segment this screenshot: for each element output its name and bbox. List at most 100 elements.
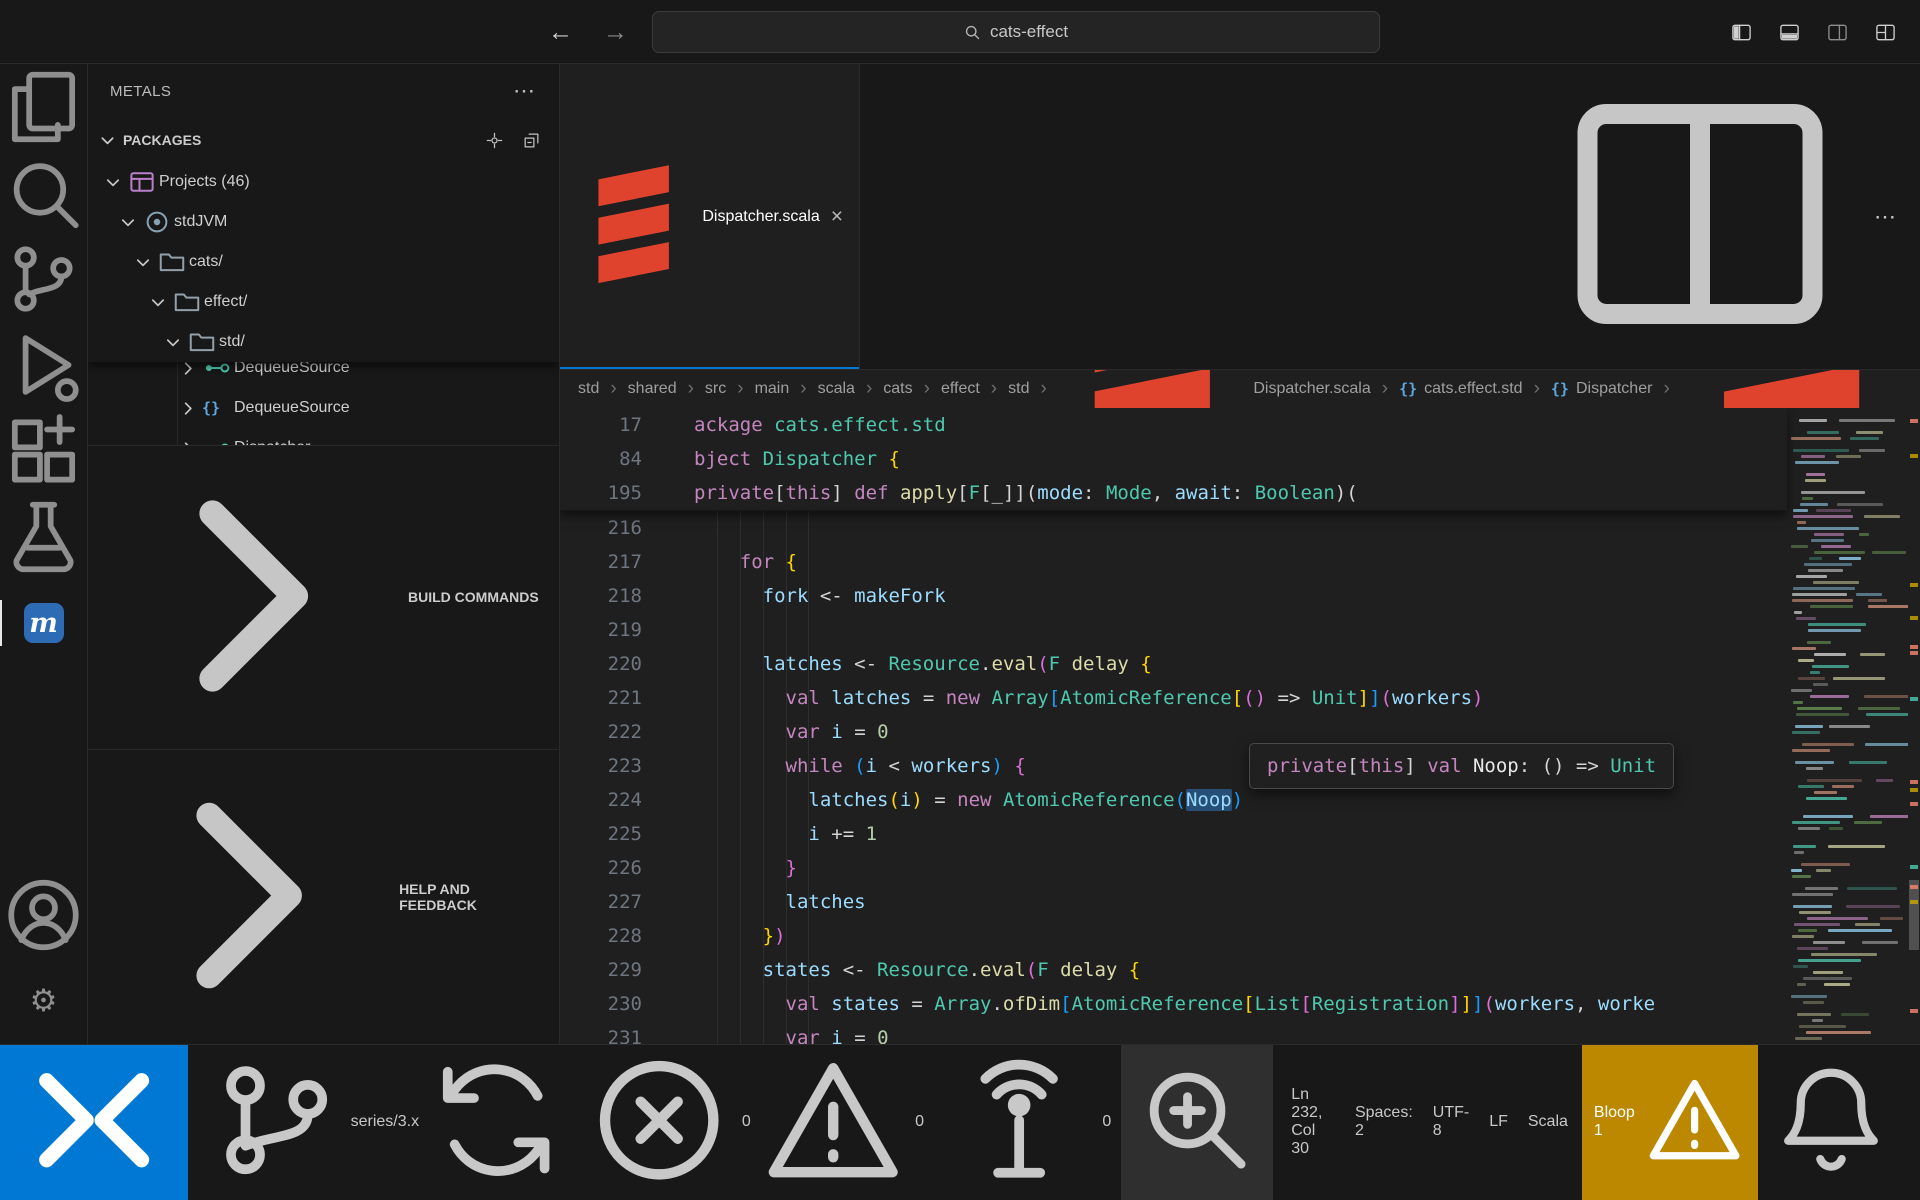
focus-target-icon[interactable]: [485, 131, 504, 150]
chevron-down-icon[interactable]: [159, 333, 187, 352]
toggle-secondary-sidebar-icon[interactable]: [1827, 22, 1848, 43]
breadcrumb-item-std[interactable]: std: [1008, 380, 1029, 398]
sidebar-more-actions-icon[interactable]: ⋯: [513, 78, 537, 104]
cursor-position[interactable]: Ln 232, Col 30: [1281, 1045, 1345, 1200]
chevron-down-icon[interactable]: [99, 173, 127, 192]
more-actions-icon[interactable]: ⋯: [1874, 204, 1896, 230]
problems-item[interactable]: 0 0: [575, 1045, 934, 1200]
breadcrumb-separator-icon: ›: [737, 378, 743, 400]
glyph-margin: [642, 715, 678, 749]
tree-item-stdjvm[interactable]: stdJVM: [88, 202, 559, 242]
breadcrumb-item-cats[interactable]: cats: [883, 380, 912, 398]
tree-item-cats-[interactable]: cats/: [88, 242, 559, 282]
help-feedback-section[interactable]: HELP AND FEEDBACK: [88, 749, 559, 1044]
scrollbar-slider[interactable]: [1909, 880, 1919, 950]
code-line-220[interactable]: 220 latches <- Resource.eval(F delay {: [560, 647, 1787, 681]
breadcrumb-item-src[interactable]: src: [705, 380, 726, 398]
line-number: 224: [560, 783, 642, 817]
forward-arrow-icon[interactable]: →: [603, 18, 628, 47]
code-text: [678, 613, 1787, 647]
build-commands-section[interactable]: BUILD COMMANDS: [88, 445, 559, 749]
chevron-right-icon[interactable]: [174, 399, 202, 418]
glyph-margin: [642, 953, 678, 987]
breadcrumb: std›shared›src›main›scala›cats›effect›st…: [560, 370, 1920, 408]
encoding-item[interactable]: UTF-8: [1423, 1045, 1479, 1200]
tree-item-dequeuesource[interactable]: {}DequeueSource: [88, 388, 559, 428]
collapse-all-icon[interactable]: [522, 131, 541, 150]
breadcrumb-item-main[interactable]: main: [755, 380, 790, 398]
tree-item-std-[interactable]: std/: [88, 322, 559, 362]
settings-icon[interactable]: ⚙: [0, 958, 87, 1044]
code-line-227[interactable]: 227 latches: [560, 885, 1787, 919]
breadcrumb-item[interactable]: [1681, 370, 1902, 408]
code-text: val states = Array.ofDim[AtomicReference…: [678, 987, 1787, 1021]
code-line-231[interactable]: 231 var i = 0: [560, 1021, 1787, 1044]
code-line-17[interactable]: 17ackage cats.effect.std: [560, 408, 1787, 442]
chevron-right-icon: [100, 446, 400, 749]
customize-layout-icon[interactable]: [1875, 22, 1896, 43]
back-arrow-icon[interactable]: ←: [548, 18, 573, 47]
testing-icon[interactable]: [0, 494, 87, 580]
explorer-icon[interactable]: [0, 64, 87, 150]
code-line-218[interactable]: 218 fork <- makeFork: [560, 579, 1787, 613]
overview-ruler[interactable]: [1908, 408, 1920, 1044]
chevron-right-icon[interactable]: [174, 439, 202, 445]
code-line-84[interactable]: 84bject Dispatcher {: [560, 442, 1787, 476]
code-line-216[interactable]: 216: [560, 511, 1787, 545]
packages-section-header[interactable]: PACKAGES: [88, 118, 559, 162]
bloop-warning-item[interactable]: Bloop 1: [1582, 1045, 1758, 1200]
run-debug-icon[interactable]: [0, 322, 87, 408]
namespace-braces-icon: {}: [1399, 380, 1417, 398]
tree-item-effect-[interactable]: effect/: [88, 282, 559, 322]
search-icon[interactable]: [0, 150, 87, 236]
eol-item[interactable]: LF: [1479, 1045, 1518, 1200]
activity-bar: m ⚙: [0, 64, 88, 1044]
ports-item[interactable]: 0: [934, 1045, 1121, 1200]
git-branch-item[interactable]: series/3.x: [194, 1045, 575, 1200]
code-line-195[interactable]: 195private[this] def apply[F[_]](mode: M…: [560, 476, 1787, 510]
breadcrumb-item-cats-effect-std[interactable]: {}cats.effect.std: [1399, 380, 1522, 398]
tree-item-dequeuesource[interactable]: DequeueSource: [88, 362, 559, 388]
chevron-down-icon[interactable]: [144, 293, 172, 312]
tab-dispatcher-scala[interactable]: Dispatcher.scala ×: [560, 64, 860, 369]
zoom-indicator[interactable]: [1121, 1045, 1273, 1200]
account-icon[interactable]: [0, 872, 87, 958]
command-center-search[interactable]: cats-effect: [652, 11, 1380, 53]
breadcrumb-item-dispatcher-scala[interactable]: Dispatcher.scala: [1058, 370, 1371, 408]
tree-item-label: effect/: [204, 293, 247, 311]
error-icon: [585, 1046, 733, 1199]
code-line-230[interactable]: 230 val states = Array.ofDim[AtomicRefer…: [560, 987, 1787, 1021]
code-line-219[interactable]: 219: [560, 613, 1787, 647]
tree-item-dispatcher[interactable]: Dispatcher: [88, 428, 559, 445]
code-line-221[interactable]: 221 val latches = new Array[AtomicRefere…: [560, 681, 1787, 715]
code-line-225[interactable]: 225 i += 1: [560, 817, 1787, 851]
breadcrumb-item-scala[interactable]: scala: [818, 380, 855, 398]
chevron-down-icon[interactable]: [114, 213, 142, 232]
chevron-right-icon[interactable]: [174, 362, 202, 378]
tree-item-projects-46-[interactable]: Projects (46): [88, 162, 559, 202]
chevron-down-icon[interactable]: [129, 253, 157, 272]
indentation-item[interactable]: Spaces: 2: [1345, 1045, 1423, 1200]
remote-indicator[interactable]: [0, 1045, 188, 1200]
status-bar: series/3.x 0 0 0 Ln 232, Col 30 Spaces: …: [0, 1044, 1920, 1200]
metals-icon[interactable]: m: [0, 580, 87, 666]
code-line-226[interactable]: 226 }: [560, 851, 1787, 885]
code-line-229[interactable]: 229 states <- Resource.eval(F delay {: [560, 953, 1787, 987]
extensions-icon[interactable]: [0, 408, 87, 494]
breadcrumb-item-std[interactable]: std: [578, 380, 599, 398]
source-control-icon[interactable]: [0, 236, 87, 322]
code-line-217[interactable]: 217 for {: [560, 545, 1787, 579]
minimap[interactable]: [1787, 408, 1908, 1044]
toggle-panel-icon[interactable]: [1779, 22, 1800, 43]
glyph-margin: [642, 545, 678, 579]
breadcrumb-item-shared[interactable]: shared: [628, 380, 677, 398]
code-editor: 216217 for {218 fork <- makeFork219220 l…: [560, 408, 1920, 1044]
breadcrumb-item-dispatcher[interactable]: {}Dispatcher: [1551, 380, 1653, 398]
notifications-item[interactable]: [1758, 1045, 1904, 1200]
breadcrumb-item-effect[interactable]: effect: [941, 380, 980, 398]
toggle-sidebar-icon[interactable]: [1731, 22, 1752, 43]
language-mode-item[interactable]: Scala: [1518, 1045, 1578, 1200]
code-line-228[interactable]: 228 }): [560, 919, 1787, 953]
close-icon[interactable]: ×: [831, 205, 843, 229]
split-editor-icon[interactable]: [1550, 64, 1850, 369]
